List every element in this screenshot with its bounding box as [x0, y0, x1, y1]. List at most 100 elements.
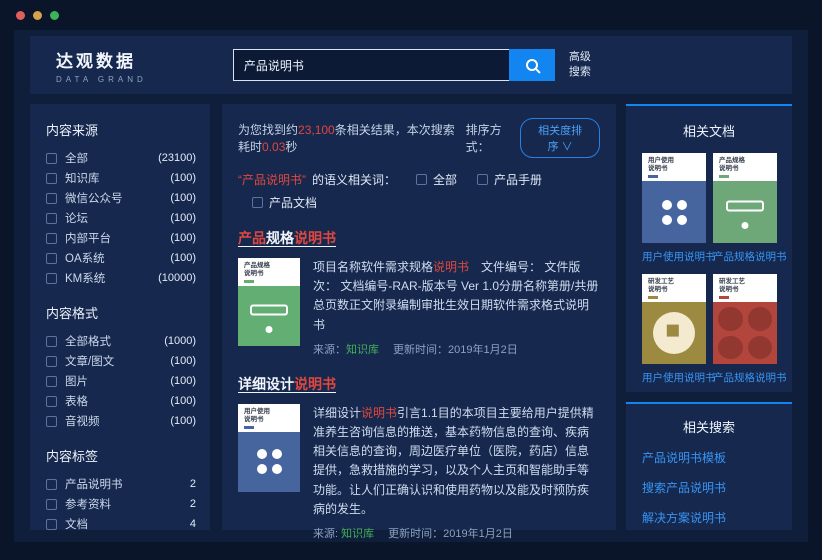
checkbox-icon[interactable] — [46, 253, 57, 264]
checkbox-icon[interactable] — [46, 416, 57, 427]
book-cover-art — [717, 306, 773, 360]
updated-value: 更新时间：2019年1月2日 — [393, 344, 518, 356]
filter-section-format: 内容格式 全部格式(1000) 文章/图文(100) 图片(100) 表格(10… — [46, 303, 196, 431]
book-cover-art — [238, 286, 300, 346]
semantic-option-manual[interactable]: 产品手册 — [477, 171, 542, 188]
filter-count: (1000) — [164, 335, 196, 347]
result-title-link[interactable]: 详细设计说明书 — [238, 374, 336, 394]
filter-count: 4 — [190, 518, 196, 530]
result-snippet: 详细设计说明书引言1.1目的本项目主要给用户提供精准养生咨询信息的推送，基本药物… — [313, 404, 600, 519]
window-minimize-button[interactable] — [33, 11, 42, 20]
checkbox-icon[interactable] — [46, 499, 57, 510]
filter-item-document-tag[interactable]: 文档4 — [46, 514, 196, 534]
filter-item-forum[interactable]: 论坛 (100) — [46, 208, 196, 228]
checkbox-icon[interactable] — [416, 174, 427, 185]
doc-link[interactable]: 用户使用说明书 — [642, 249, 706, 264]
filter-label: 知识库 — [65, 170, 100, 186]
doc-link[interactable]: 产品规格说明书 — [713, 370, 777, 385]
search-result-2: 详细设计说明书 用户使用 说明书 详细设计说明书引言1.1目的本项目主要 — [238, 374, 600, 541]
search-time: 0.03 — [262, 140, 285, 154]
search-button[interactable] — [509, 49, 555, 81]
search-bar: 高级 搜索 — [233, 49, 591, 81]
checkbox-icon[interactable] — [46, 519, 57, 530]
checkbox-icon[interactable] — [46, 213, 57, 224]
filter-item-table[interactable]: 表格(100) — [46, 391, 196, 411]
sort-control: 排序方式： 相关度排序 ∨ — [466, 118, 600, 158]
related-docs-title: 相关文档 — [642, 121, 776, 140]
filter-count: 2 — [190, 498, 196, 510]
doc-cover[interactable]: 研发工艺说明书 — [642, 274, 706, 364]
advanced-search-line2: 搜索 — [569, 65, 591, 80]
updated-value: 更新时间：2019年1月2日 — [388, 528, 513, 540]
filter-count: (23100) — [158, 152, 196, 164]
filter-label: 全部 — [65, 150, 88, 166]
window-close-button[interactable] — [16, 11, 25, 20]
checkbox-icon[interactable] — [46, 153, 57, 164]
doc-cover[interactable]: 用户使用说明书 — [642, 153, 706, 243]
filter-section-title: 内容来源 — [46, 120, 196, 139]
related-search-link-3[interactable]: 解决方案说明书 — [642, 509, 776, 526]
filter-item-article[interactable]: 文章/图文(100) — [46, 351, 196, 371]
checkbox-icon[interactable] — [46, 396, 57, 407]
doc-cover[interactable]: 研发工艺说明书 — [713, 274, 777, 364]
result-title-link[interactable]: 产品规格说明书 — [238, 228, 336, 248]
filter-item-product-manual-tag[interactable]: 产品说明书2 — [46, 474, 196, 494]
checkbox-icon[interactable] — [46, 193, 57, 204]
logo[interactable]: 达观数据 DATA GRAND — [56, 47, 147, 84]
related-doc-2: 产品规格说明书 产品规格说明书 — [713, 153, 777, 274]
filter-label: 微信公众号 — [65, 190, 123, 206]
search-input[interactable] — [233, 49, 509, 81]
filter-label: 论坛 — [65, 210, 88, 226]
filter-count: (100) — [170, 192, 196, 204]
doc-link[interactable]: 用户使用说明书 — [642, 370, 706, 385]
filter-item-all[interactable]: 全部 (23100) — [46, 148, 196, 168]
filter-item-all-formats[interactable]: 全部格式(1000) — [46, 331, 196, 351]
sort-label: 排序方式： — [466, 121, 513, 155]
checkbox-icon[interactable] — [46, 233, 57, 244]
app-background: 达观数据 DATA GRAND 高级 搜索 内容来源 全部 (23100) 知识库… — [14, 30, 808, 542]
filter-item-wechat[interactable]: 微信公众号 (100) — [46, 188, 196, 208]
logo-title: 达观数据 — [56, 47, 147, 72]
filter-section-tags: 内容标签 产品说明书2 参考资料2 文档4 — [46, 446, 196, 534]
semantic-option-doc[interactable]: 产品文档 — [252, 194, 317, 211]
filter-item-knowledge-base[interactable]: 知识库(100) — [46, 168, 196, 188]
checkbox-icon[interactable] — [46, 479, 57, 490]
result-thumbnail[interactable]: 产品规格 说明书 — [238, 258, 300, 357]
filter-count: (100) — [170, 212, 196, 224]
checkbox-icon[interactable] — [46, 376, 57, 387]
filter-item-image[interactable]: 图片(100) — [46, 371, 196, 391]
related-searches-title: 相关搜索 — [642, 417, 776, 436]
semantic-option-all[interactable]: 全部 — [416, 171, 457, 188]
window-zoom-button[interactable] — [50, 11, 59, 20]
book-cover-art — [642, 181, 706, 243]
result-thumbnail[interactable]: 用户使用 说明书 — [238, 404, 300, 541]
result-snippet: 项目名称软件需求规格说明书 文件编号： 文件版次： 文档编号-RAR-版本号 V… — [313, 258, 600, 335]
doc-link[interactable]: 产品规格说明书 — [713, 249, 777, 264]
related-search-link-1[interactable]: 产品说明书模板 — [642, 449, 776, 466]
related-docs-panel: 相关文档 用户使用说明书 用户使用说明书 产品规格说明书 — [626, 104, 792, 392]
filter-item-internal-platform[interactable]: 内部平台(100) — [46, 228, 196, 248]
filter-item-oa-system[interactable]: OA系统(100) — [46, 248, 196, 268]
filter-count: (100) — [170, 232, 196, 244]
checkbox-icon[interactable] — [46, 273, 57, 284]
filter-item-reference-tag[interactable]: 参考资料2 — [46, 494, 196, 514]
related-doc-4: 研发工艺说明书 产品规格说明书 — [713, 274, 777, 395]
checkbox-icon[interactable] — [252, 197, 263, 208]
filter-count: (100) — [170, 375, 196, 387]
related-search-link-2[interactable]: 搜索产品说明书 — [642, 479, 776, 496]
semantic-keywords-row: “产品说明书” 的语义相关词： 全部 产品手册 产品文档 — [238, 171, 600, 211]
checkbox-icon[interactable] — [46, 173, 57, 184]
checkbox-icon[interactable] — [477, 174, 488, 185]
related-searches-panel: 相关搜索 产品说明书模板 搜索产品说明书 解决方案说明书 — [626, 402, 792, 530]
doc-cover[interactable]: 产品规格说明书 — [713, 153, 777, 243]
filter-item-media[interactable]: 音视频(100) — [46, 411, 196, 431]
filter-label: KM系统 — [65, 270, 105, 286]
advanced-search-link[interactable]: 高级 搜索 — [569, 50, 591, 80]
book-cover-art — [642, 302, 706, 364]
filter-item-km-system[interactable]: KM系统(10000) — [46, 268, 196, 288]
checkbox-icon[interactable] — [46, 356, 57, 367]
book-cover-art — [238, 432, 300, 492]
sort-dropdown[interactable]: 相关度排序 ∨ — [520, 118, 600, 158]
header: 达观数据 DATA GRAND 高级 搜索 — [30, 36, 792, 94]
checkbox-icon[interactable] — [46, 336, 57, 347]
